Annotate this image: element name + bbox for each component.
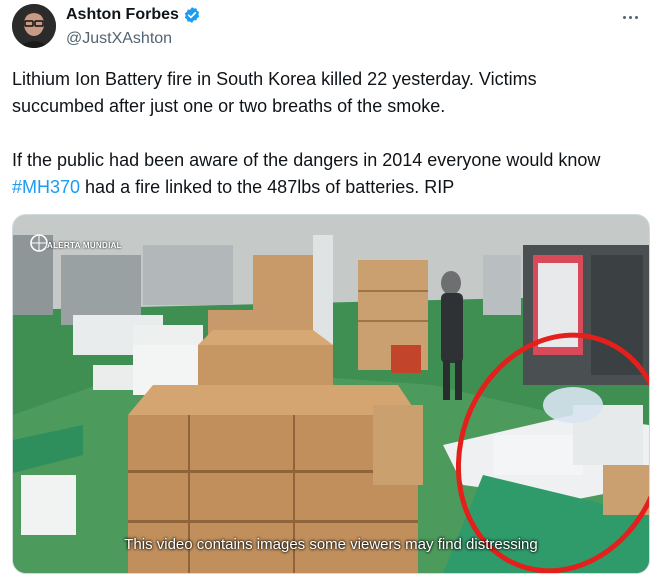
video-caption: This video contains images some viewers … (124, 536, 538, 553)
video-media[interactable]: ALERTA MUNDIAL This video contains image… (12, 214, 650, 574)
video-watermark: ALERTA MUNDIAL (47, 241, 122, 250)
avatar[interactable] (12, 4, 56, 48)
post-text: Lithium Ion Battery fire in South Korea … (12, 66, 632, 201)
post-text-tail: had a fire linked to the 487lbs of batte… (80, 177, 455, 197)
author-name[interactable]: Ashton Forbes (66, 6, 179, 24)
video-frame (13, 215, 649, 573)
author-handle[interactable]: @JustXAshton (66, 30, 172, 48)
hashtag-link[interactable]: #MH370 (12, 177, 80, 197)
more-options-icon[interactable] (621, 6, 645, 26)
verified-badge-icon (183, 6, 201, 24)
post-text-body: Lithium Ion Battery fire in South Korea … (12, 69, 601, 170)
